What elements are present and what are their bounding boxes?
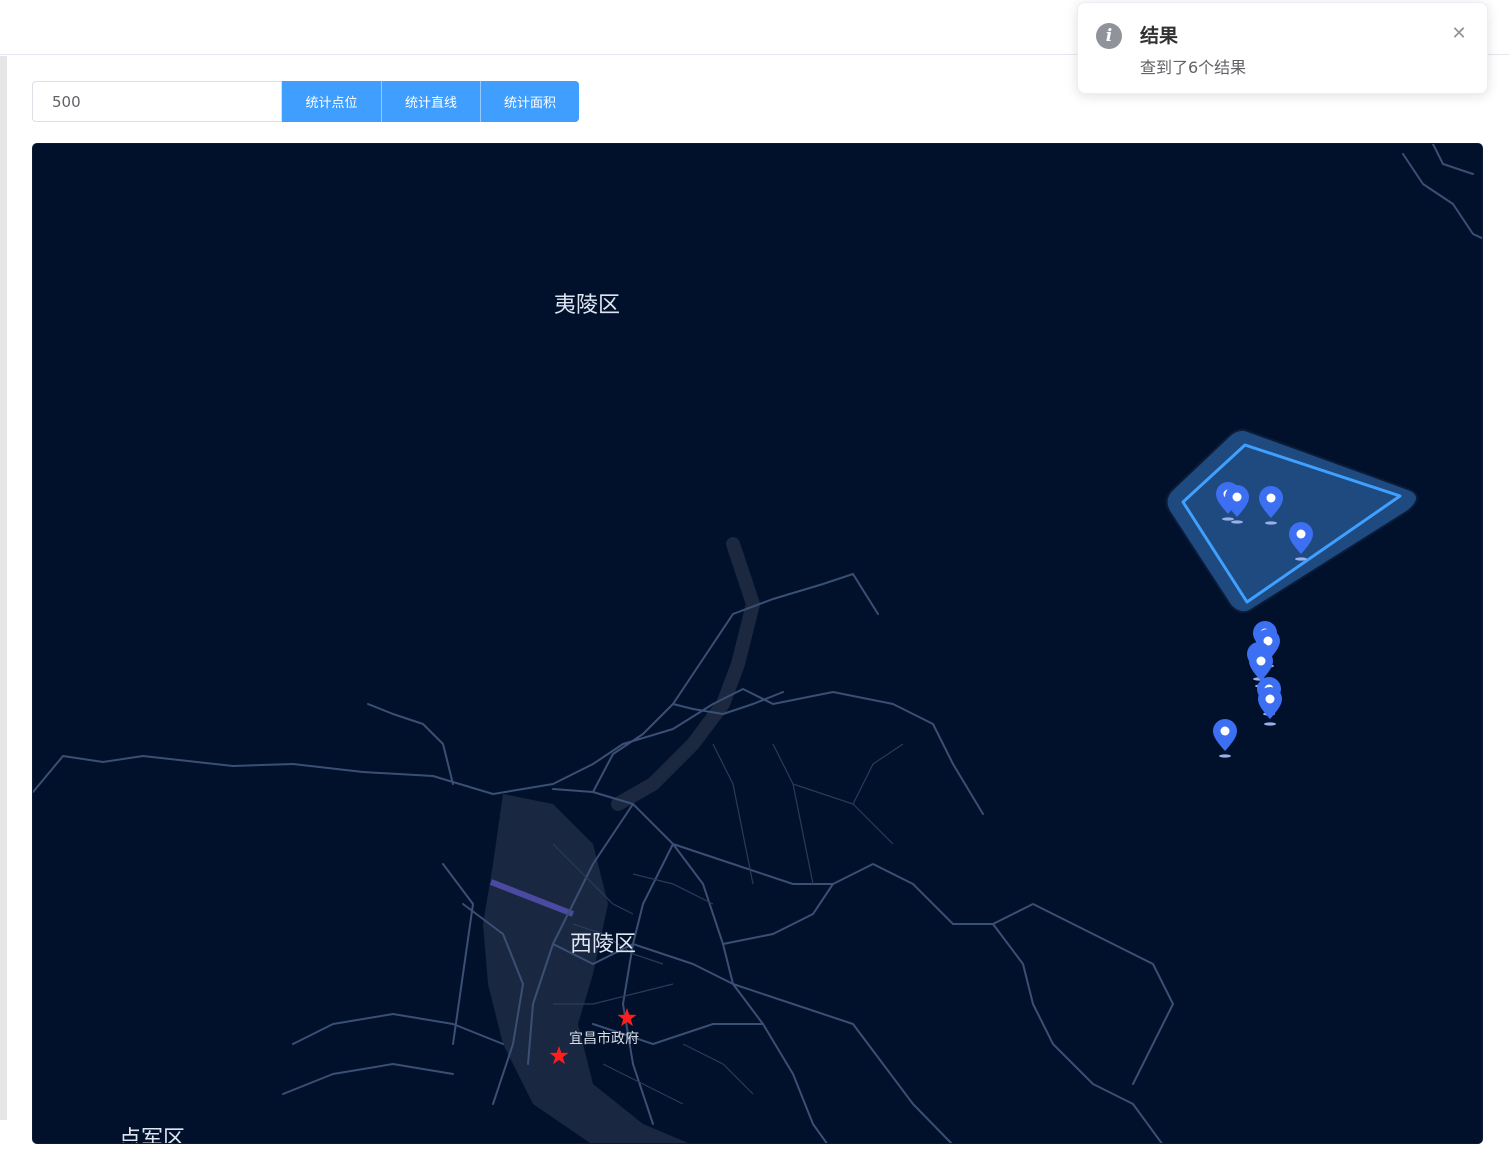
- close-icon[interactable]: ✕: [1450, 25, 1468, 43]
- poi-label-gov: 宜昌市政府: [569, 1030, 639, 1047]
- left-rail: [0, 56, 7, 1120]
- district-label-xiling: 西陵区: [570, 932, 636, 957]
- result-notification: i 结果 查到了6个结果 ✕: [1077, 2, 1488, 94]
- notification-title: 结果: [1140, 25, 1179, 47]
- district-label-dianjun: 点军区: [119, 1127, 185, 1144]
- stat-points-button[interactable]: 统计点位: [282, 81, 381, 122]
- stat-line-button[interactable]: 统计直线: [381, 81, 480, 122]
- info-icon: i: [1096, 23, 1122, 49]
- map-canvas[interactable]: 夷陵区 西陵区 点军区 宜昌市政府: [33, 144, 1483, 1144]
- toolbar: 统计点位 统计直线 统计面积: [32, 81, 579, 122]
- stat-area-button[interactable]: 统计面积: [480, 81, 579, 122]
- district-label-yiling: 夷陵区: [554, 293, 620, 318]
- notification-message: 查到了6个结果: [1140, 58, 1247, 77]
- radius-input[interactable]: [32, 81, 282, 122]
- map-view[interactable]: 夷陵区 西陵区 点军区 宜昌市政府: [32, 143, 1483, 1144]
